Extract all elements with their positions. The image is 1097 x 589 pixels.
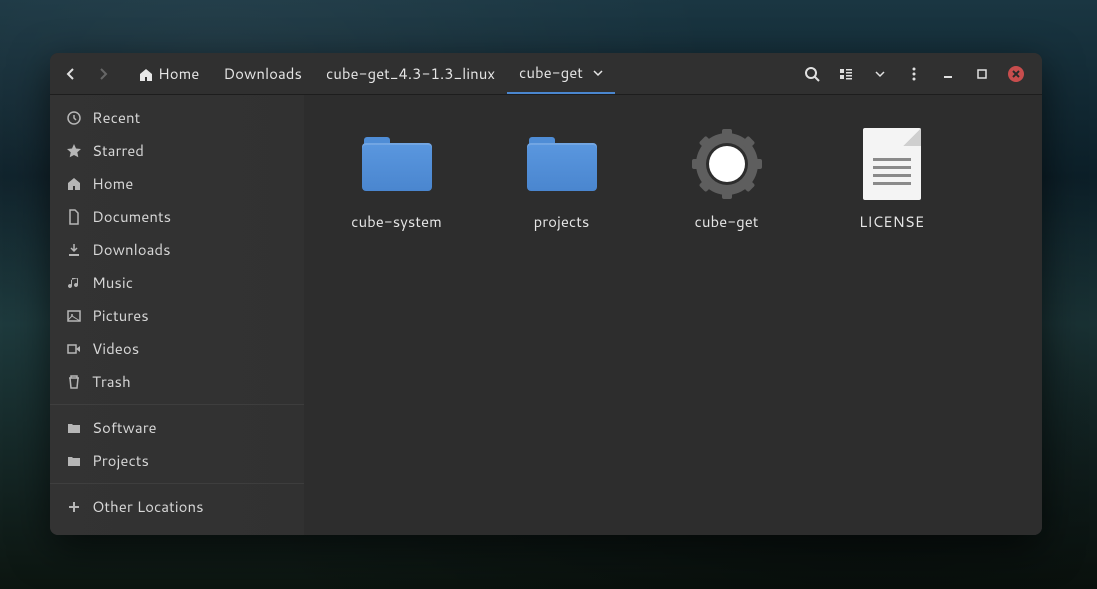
folder-icon bbox=[523, 125, 601, 203]
maximize-icon bbox=[976, 68, 988, 80]
minimize-button[interactable] bbox=[932, 59, 964, 89]
sidebar-item[interactable]: Other Locations bbox=[50, 490, 304, 523]
breadcrumb-label: Home bbox=[158, 63, 199, 84]
chevron-down-icon bbox=[593, 68, 603, 78]
breadcrumb-segment[interactable]: cube-get_4.3-1.3_linux bbox=[314, 53, 507, 94]
menu-button[interactable] bbox=[898, 59, 930, 89]
breadcrumb-segment[interactable]: cube-get bbox=[507, 53, 615, 94]
item-label: LICENSE bbox=[859, 211, 924, 232]
close-button[interactable] bbox=[1000, 59, 1032, 89]
text-file-icon bbox=[853, 125, 931, 203]
sidebar-item[interactable]: Home bbox=[50, 167, 304, 200]
view-toggle-button[interactable] bbox=[830, 59, 862, 89]
sidebar-separator bbox=[50, 404, 304, 405]
chevron-down-icon bbox=[875, 69, 885, 79]
forward-button[interactable] bbox=[88, 59, 118, 89]
sidebar-item[interactable]: Videos bbox=[50, 332, 304, 365]
video-icon bbox=[66, 341, 82, 357]
home-icon bbox=[138, 67, 154, 83]
window-body: Recent Starred Home Documents Downloads Music… bbox=[50, 95, 1042, 535]
list-view-icon bbox=[838, 66, 854, 82]
trash-icon bbox=[66, 374, 82, 390]
sidebar-item-label: Pictures bbox=[92, 305, 149, 326]
star-icon bbox=[66, 143, 82, 159]
file-icon bbox=[66, 209, 82, 225]
home-icon bbox=[66, 176, 82, 192]
sidebar-item[interactable]: Software bbox=[50, 411, 304, 444]
sidebar-item-label: Downloads bbox=[92, 239, 171, 260]
kebab-menu-icon bbox=[907, 67, 921, 81]
folder-icon bbox=[66, 420, 82, 436]
back-button[interactable] bbox=[56, 59, 86, 89]
sidebar-item[interactable]: Pictures bbox=[50, 299, 304, 332]
plus-icon bbox=[66, 499, 82, 515]
breadcrumb-segment[interactable]: Home bbox=[126, 53, 211, 94]
sidebar-item-label: Music bbox=[92, 272, 133, 293]
breadcrumb-label: cube-get_4.3-1.3_linux bbox=[326, 63, 495, 84]
sidebar-item-label: Videos bbox=[92, 338, 139, 359]
folder-icon bbox=[66, 453, 82, 469]
sidebar-item-label: Recent bbox=[92, 107, 140, 128]
search-icon bbox=[804, 66, 820, 82]
breadcrumb-segment[interactable]: Downloads bbox=[211, 53, 314, 94]
music-icon bbox=[66, 275, 82, 291]
sidebar-separator bbox=[50, 483, 304, 484]
item-label: cube-get bbox=[695, 211, 759, 232]
folder-icon bbox=[358, 125, 436, 203]
item-label: cube-system bbox=[351, 211, 442, 232]
sidebar-item[interactable]: Documents bbox=[50, 200, 304, 233]
minimize-icon bbox=[942, 68, 954, 80]
file-manager-window: Home Downloads cube-get_4.3-1.3_linux cube-… bbox=[50, 53, 1042, 535]
headerbar: Home Downloads cube-get_4.3-1.3_linux cube-… bbox=[50, 53, 1042, 95]
header-controls bbox=[796, 59, 1036, 89]
search-button[interactable] bbox=[796, 59, 828, 89]
executable-icon bbox=[688, 125, 766, 203]
sidebar-item[interactable]: Music bbox=[50, 266, 304, 299]
maximize-button[interactable] bbox=[966, 59, 998, 89]
folder-item[interactable]: cube-system bbox=[314, 115, 479, 242]
clock-icon bbox=[66, 110, 82, 126]
sidebar-item-label: Starred bbox=[92, 140, 144, 161]
breadcrumb-label: cube-get bbox=[519, 62, 583, 83]
item-label: projects bbox=[534, 211, 590, 232]
download-icon bbox=[66, 242, 82, 258]
sidebar-item[interactable]: Trash bbox=[50, 365, 304, 398]
sidebar-item-label: Software bbox=[92, 417, 157, 438]
sidebar-item-label: Home bbox=[92, 173, 133, 194]
file-grid: cube-system projects cube-get LICENSE bbox=[304, 95, 1042, 535]
sidebar-item-label: Documents bbox=[92, 206, 171, 227]
close-icon bbox=[1007, 65, 1025, 83]
sidebar: Recent Starred Home Documents Downloads Music… bbox=[50, 95, 304, 535]
image-icon bbox=[66, 308, 82, 324]
sidebar-item[interactable]: Recent bbox=[50, 101, 304, 134]
folder-item[interactable]: projects bbox=[479, 115, 644, 242]
file-item[interactable]: cube-get bbox=[644, 115, 809, 242]
sidebar-item-label: Projects bbox=[92, 450, 149, 471]
breadcrumb: Home Downloads cube-get_4.3-1.3_linux cube-… bbox=[126, 53, 794, 94]
chevron-right-icon bbox=[95, 66, 111, 82]
sidebar-item[interactable]: Starred bbox=[50, 134, 304, 167]
breadcrumb-label: Downloads bbox=[223, 63, 302, 84]
chevron-left-icon bbox=[63, 66, 79, 82]
file-item[interactable]: LICENSE bbox=[809, 115, 974, 242]
sidebar-item-label: Other Locations bbox=[92, 496, 204, 517]
sidebar-item[interactable]: Downloads bbox=[50, 233, 304, 266]
sidebar-item-label: Trash bbox=[92, 371, 131, 392]
sidebar-item[interactable]: Projects bbox=[50, 444, 304, 477]
view-options-button[interactable] bbox=[864, 59, 896, 89]
